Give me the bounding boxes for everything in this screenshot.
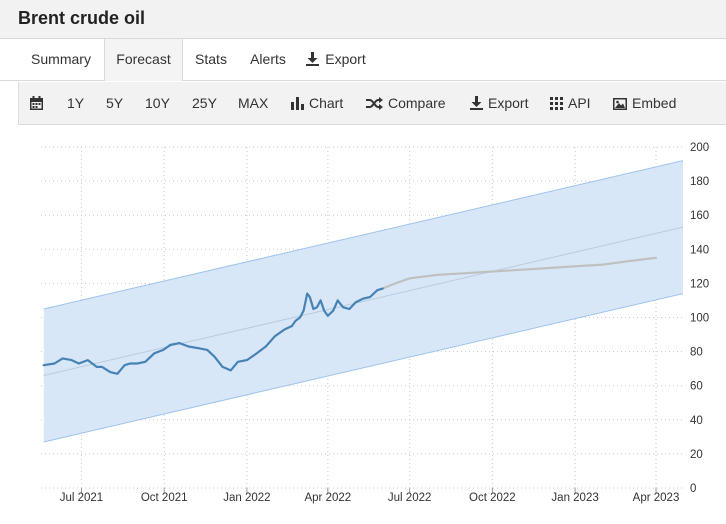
tab-forecast[interactable]: Forecast (104, 39, 183, 81)
forecast-chart: 0 20 40 60 80 100 120 140 160 180 200 Jul 2021 Oct 2… (41, 142, 709, 504)
tab-summary[interactable]: Summary (18, 39, 104, 80)
embed-label: Embed (632, 95, 677, 111)
y-tick-label: 40 (690, 415, 703, 427)
grid-icon (550, 84, 563, 127)
y-tick-label: 180 (690, 176, 709, 188)
page-header: Brent crude oil (0, 0, 726, 39)
x-tick-label: Oct 2021 (141, 492, 188, 504)
tab-export[interactable]: Export (300, 39, 372, 80)
y-tick-label: 20 (690, 449, 703, 461)
shuffle-icon (366, 84, 383, 127)
x-tick-label: Apr 2023 (633, 492, 680, 504)
chart-type-label: Chart (309, 95, 344, 111)
page-title: Brent crude oil (18, 8, 146, 28)
tab-stats[interactable]: Stats (188, 39, 234, 80)
y-tick-label: 200 (690, 142, 709, 154)
embed-button[interactable]: Embed (613, 82, 676, 125)
calendar-button[interactable] (30, 82, 48, 125)
toolbar-export-button[interactable]: Export (470, 82, 528, 125)
y-tick-label: 160 (690, 210, 709, 222)
compare-label: Compare (388, 95, 446, 111)
y-tick-label: 60 (690, 381, 703, 393)
y-tick-label: 100 (690, 313, 709, 325)
chart-toolbar: 1Y 5Y 10Y 25Y MAX Chart Compare Export A… (18, 82, 726, 125)
range-1y-button[interactable]: 1Y (67, 82, 84, 125)
y-tick-label: 0 (690, 483, 696, 495)
x-tick-label: Jan 2022 (223, 492, 270, 504)
image-icon (613, 84, 627, 127)
api-button[interactable]: API (550, 82, 591, 125)
tab-export-label: Export (325, 51, 366, 67)
y-tick-label: 120 (690, 278, 709, 290)
bar-chart-icon (291, 84, 304, 127)
tab-summary-label: Summary (31, 51, 91, 67)
range-25y-button[interactable]: 25Y (192, 82, 217, 125)
x-tick-label: Jul 2022 (388, 492, 431, 504)
toolbar-export-label: Export (488, 95, 529, 111)
compare-button[interactable]: Compare (366, 82, 446, 125)
x-tick-label: Jan 2023 (551, 492, 598, 504)
y-tick-label: 140 (690, 244, 709, 256)
range-10y-button[interactable]: 10Y (145, 82, 170, 125)
x-tick-label: Oct 2022 (469, 492, 516, 504)
chart-type-button[interactable]: Chart (291, 82, 343, 125)
y-tick-label: 80 (690, 347, 703, 359)
x-tick-label: Apr 2022 (304, 492, 351, 504)
x-tick-label: Jul 2021 (60, 492, 103, 504)
tab-alerts[interactable]: Alerts (244, 39, 292, 80)
chart-area: 0 20 40 60 80 100 120 140 160 180 200 Jul 2021 Oct 2… (0, 126, 726, 524)
tab-alerts-label: Alerts (250, 51, 286, 67)
tab-bar: Summary Forecast Stats Alerts Export (0, 39, 726, 81)
download-icon (470, 84, 483, 127)
calendar-icon (30, 84, 43, 127)
tab-stats-label: Stats (195, 51, 227, 67)
range-max-button[interactable]: MAX (238, 82, 268, 125)
range-5y-button[interactable]: 5Y (106, 82, 123, 125)
api-label: API (568, 95, 591, 111)
tab-forecast-label: Forecast (116, 51, 171, 67)
download-icon (306, 41, 320, 82)
